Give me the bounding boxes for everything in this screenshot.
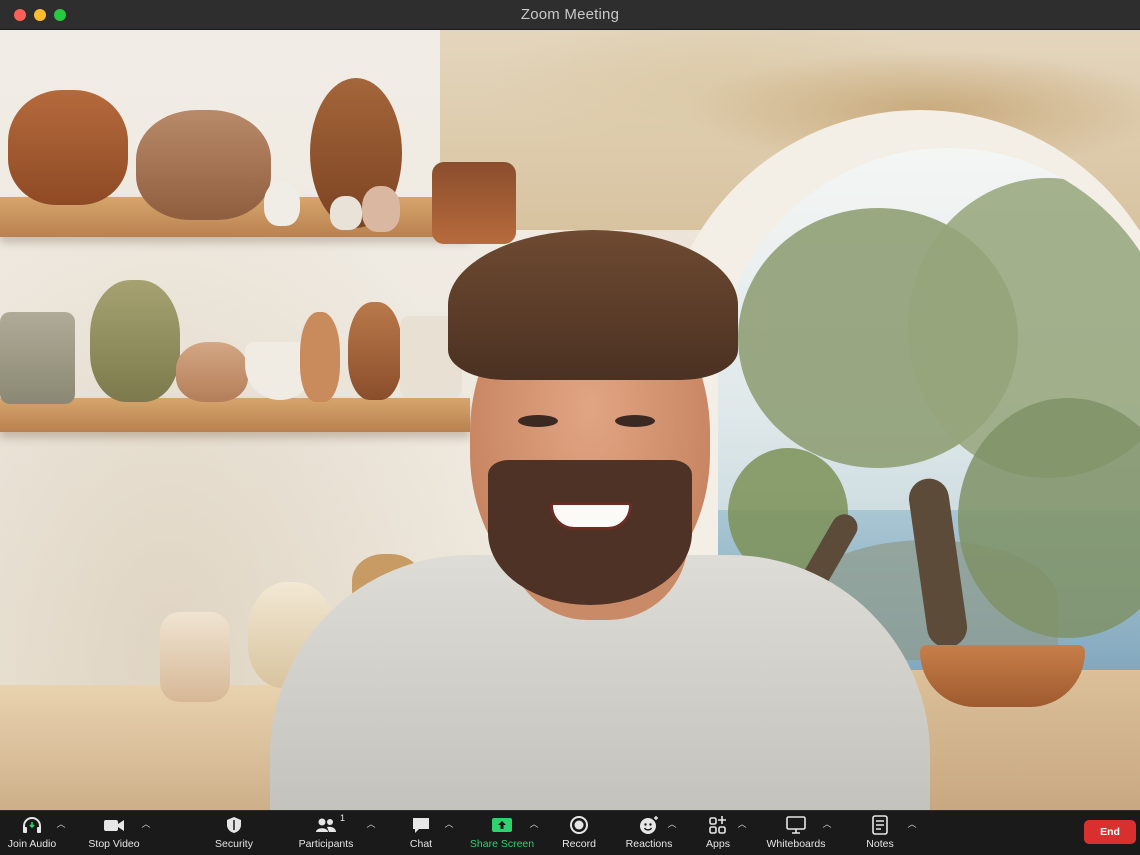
whiteboards-options-caret[interactable]: ︿ xyxy=(821,817,833,830)
chat-options-caret[interactable]: ︿ xyxy=(443,817,455,830)
smile xyxy=(550,502,632,530)
minimize-window-button[interactable] xyxy=(34,9,46,21)
whiteboard-icon xyxy=(784,815,808,835)
participants-label: Participants xyxy=(298,838,354,850)
participant-person xyxy=(270,210,930,810)
maximize-window-button[interactable] xyxy=(54,9,66,21)
notes-options-caret[interactable]: ︿ xyxy=(906,817,918,830)
participants-count: 1 xyxy=(340,813,346,823)
meeting-controls-toolbar: Join Audio ︿ Stop Video ︿ Security 1 Par… xyxy=(0,810,1140,855)
share-options-caret[interactable]: ︿ xyxy=(528,817,540,830)
participant-video[interactable] xyxy=(0,30,1140,810)
participants-button[interactable]: 1 Participants xyxy=(296,813,356,853)
security-label: Security xyxy=(215,838,253,850)
apps-options-caret[interactable]: ︿ xyxy=(736,817,748,830)
audio-options-caret[interactable]: ︿ xyxy=(55,817,67,830)
chat-bubble-icon xyxy=(409,815,433,835)
reactions-icon xyxy=(637,815,661,835)
headphones-icon xyxy=(20,815,44,835)
notes-icon xyxy=(868,815,892,835)
clay-jug xyxy=(8,90,128,205)
participants-icon: 1 xyxy=(314,813,345,835)
stop-video-button[interactable]: Stop Video xyxy=(86,815,142,853)
apps-label: Apps xyxy=(706,838,730,850)
notes-button[interactable]: Notes xyxy=(862,815,898,853)
beard xyxy=(488,460,692,605)
ceramic-bowls-stack xyxy=(0,312,75,404)
hair xyxy=(448,230,738,380)
security-button[interactable]: Security xyxy=(210,815,258,853)
share-screen-button[interactable]: Share Screen xyxy=(470,815,534,853)
shield-icon xyxy=(222,815,246,835)
wooden-bowl xyxy=(920,645,1085,707)
ceramic-pitcher xyxy=(90,280,180,402)
right-eye xyxy=(615,415,655,427)
close-window-button[interactable] xyxy=(14,9,26,21)
reactions-options-caret[interactable]: ︿ xyxy=(666,817,678,830)
window-title: Zoom Meeting xyxy=(520,6,620,23)
reactions-label: Reactions xyxy=(625,838,673,850)
stop-video-label: Stop Video xyxy=(88,838,140,850)
participants-options-caret[interactable]: ︿ xyxy=(365,817,377,830)
notes-label: Notes xyxy=(866,838,894,850)
end-meeting-button[interactable]: End xyxy=(1084,820,1136,844)
join-audio-label: Join Audio xyxy=(7,838,57,850)
whiteboards-button[interactable]: Whiteboards xyxy=(764,815,828,853)
record-button[interactable]: Record xyxy=(560,815,598,853)
share-screen-label: Share Screen xyxy=(469,838,535,850)
join-audio-button[interactable]: Join Audio xyxy=(6,815,58,853)
video-options-caret[interactable]: ︿ xyxy=(140,817,152,830)
apps-button[interactable]: Apps xyxy=(700,815,736,853)
whiteboards-label: Whiteboards xyxy=(766,838,826,850)
left-eye xyxy=(518,415,558,427)
ceramic-jar xyxy=(160,612,230,702)
window-titlebar: Zoom Meeting xyxy=(0,0,1140,30)
window-controls xyxy=(14,9,66,21)
ceramic-bowl xyxy=(176,342,248,402)
share-screen-icon xyxy=(490,815,514,835)
apps-icon xyxy=(706,815,730,835)
video-camera-icon xyxy=(102,815,126,835)
chat-button[interactable]: Chat xyxy=(400,815,442,853)
clay-pot xyxy=(136,110,271,220)
record-icon xyxy=(567,815,591,835)
chat-label: Chat xyxy=(409,838,433,850)
record-label: Record xyxy=(562,838,596,850)
